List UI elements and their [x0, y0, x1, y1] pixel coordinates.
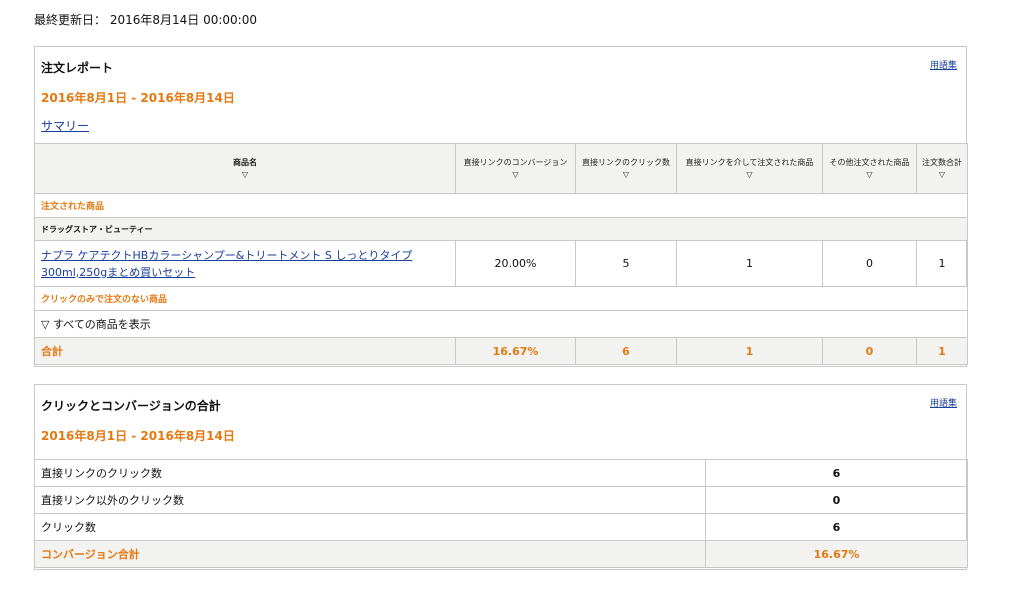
total-total-ordered: 1 [916, 337, 968, 365]
order-report-panel: 注文レポート 用語集 2016年8月1日 - 2016年8月14日 サマリー 商… [34, 46, 968, 367]
click-conversion-panel: クリックとコンバージョンの合計 用語集 2016年8月1日 - 2016年8月1… [34, 384, 968, 570]
direct-ordered-cell: 1 [676, 240, 823, 287]
show-all-row: ▽ すべての商品を表示 [34, 310, 968, 338]
row-value: 6 [705, 459, 968, 487]
table-row: 直接リンク以外のクリック数 0 [34, 486, 968, 514]
total-direct-ordered: 1 [676, 337, 823, 365]
conversion-total-row: コンバージョン合計 16.67% [34, 540, 968, 568]
column-label: 直接リンクのコンバージョン [463, 157, 568, 167]
column-header-other-ordered[interactable]: その他注文された商品 ▽ [822, 143, 917, 194]
category-row: ドラッグストア・ビューティー [34, 217, 968, 241]
column-label: その他注文された商品 [829, 157, 910, 167]
row-label: クリック数 [34, 513, 706, 541]
show-all-toggle[interactable]: ▽ すべての商品を表示 [41, 318, 151, 331]
sort-icon[interactable]: ▽ [866, 169, 872, 181]
total-ordered-cell: 1 [916, 240, 968, 287]
total-label: 合計 [34, 337, 456, 365]
sort-icon[interactable]: ▽ [242, 169, 248, 181]
column-label: 直接リンクを介して注文された商品 [685, 157, 814, 167]
total-conversion: 16.67% [455, 337, 576, 365]
row-value: 0 [705, 486, 968, 514]
click-conversion-title: クリックとコンバージョンの合計 [41, 399, 221, 413]
ordered-items-section-row: 注文された商品 [34, 193, 968, 218]
glossary-link[interactable]: 用語集 [930, 396, 957, 409]
ordered-items-section-label: 注文された商品 [34, 193, 968, 218]
table-row: ナプラ ケアテクトHBカラーシャンプー&トリートメント S しっとりタイプ 30… [34, 240, 968, 287]
category-label: ドラッグストア・ビューティー [34, 217, 968, 241]
row-label: 直接リンクのクリック数 [34, 459, 706, 487]
order-report-title: 注文レポート [41, 61, 114, 75]
column-label: 直接リンクのクリック数 [582, 157, 670, 167]
clicks-only-section-row: クリックのみで注文のない商品 [34, 286, 968, 311]
sort-icon[interactable]: ▽ [746, 169, 752, 181]
column-header-direct-conversion[interactable]: 直接リンクのコンバージョン ▽ [455, 143, 576, 194]
product-name-cell: ナプラ ケアテクトHBカラーシャンプー&トリートメント S しっとりタイプ 30… [34, 240, 456, 287]
order-report-date-range: 2016年8月1日 - 2016年8月14日 [41, 91, 235, 105]
column-label: 商品名 [233, 157, 257, 167]
glossary-link[interactable]: 用語集 [930, 58, 957, 71]
last-updated: 最終更新日： 2016年8月14日 00:00:00 [34, 13, 257, 27]
click-conversion-table: 直接リンクのクリック数 6 直接リンク以外のクリック数 0 クリック数 6 コン… [34, 459, 968, 568]
direct-conversion-cell: 20.00% [455, 240, 576, 287]
table-row: クリック数 6 [34, 513, 968, 541]
conversion-total-label: コンバージョン合計 [34, 540, 706, 568]
total-other-ordered: 0 [822, 337, 917, 365]
row-value: 6 [705, 513, 968, 541]
sort-icon[interactable]: ▽ [939, 169, 945, 181]
column-header-direct-ordered[interactable]: 直接リンクを介して注文された商品 ▽ [676, 143, 823, 194]
total-direct-clicks: 6 [575, 337, 677, 365]
sort-icon[interactable]: ▽ [623, 169, 629, 181]
other-ordered-cell: 0 [822, 240, 917, 287]
order-report-table: 商品名 ▽ 直接リンクのコンバージョン ▽ 直接リンクのクリック数 ▽ 直接リンクを介… [34, 143, 968, 365]
table-header-row: 商品名 ▽ 直接リンクのコンバージョン ▽ 直接リンクのクリック数 ▽ 直接リンクを介… [34, 143, 968, 194]
summary-link[interactable]: サマリー [41, 117, 89, 134]
column-header-product-name[interactable]: 商品名 ▽ [34, 143, 456, 194]
column-label: 注文数合計 [922, 157, 962, 167]
clicks-only-section-label: クリックのみで注文のない商品 [34, 286, 968, 311]
click-conversion-date-range: 2016年8月1日 - 2016年8月14日 [41, 429, 235, 443]
column-header-direct-clicks[interactable]: 直接リンクのクリック数 ▽ [575, 143, 677, 194]
total-row: 合計 16.67% 6 1 0 1 [34, 337, 968, 365]
table-row: 直接リンクのクリック数 6 [34, 459, 968, 487]
conversion-total-value: 16.67% [705, 540, 968, 568]
product-link[interactable]: ナプラ ケアテクトHBカラーシャンプー&トリートメント S しっとりタイプ 30… [41, 249, 412, 279]
sort-icon[interactable]: ▽ [512, 169, 518, 181]
column-header-total-ordered[interactable]: 注文数合計 ▽ [916, 143, 968, 194]
direct-clicks-cell: 5 [575, 240, 677, 287]
row-label: 直接リンク以外のクリック数 [34, 486, 706, 514]
